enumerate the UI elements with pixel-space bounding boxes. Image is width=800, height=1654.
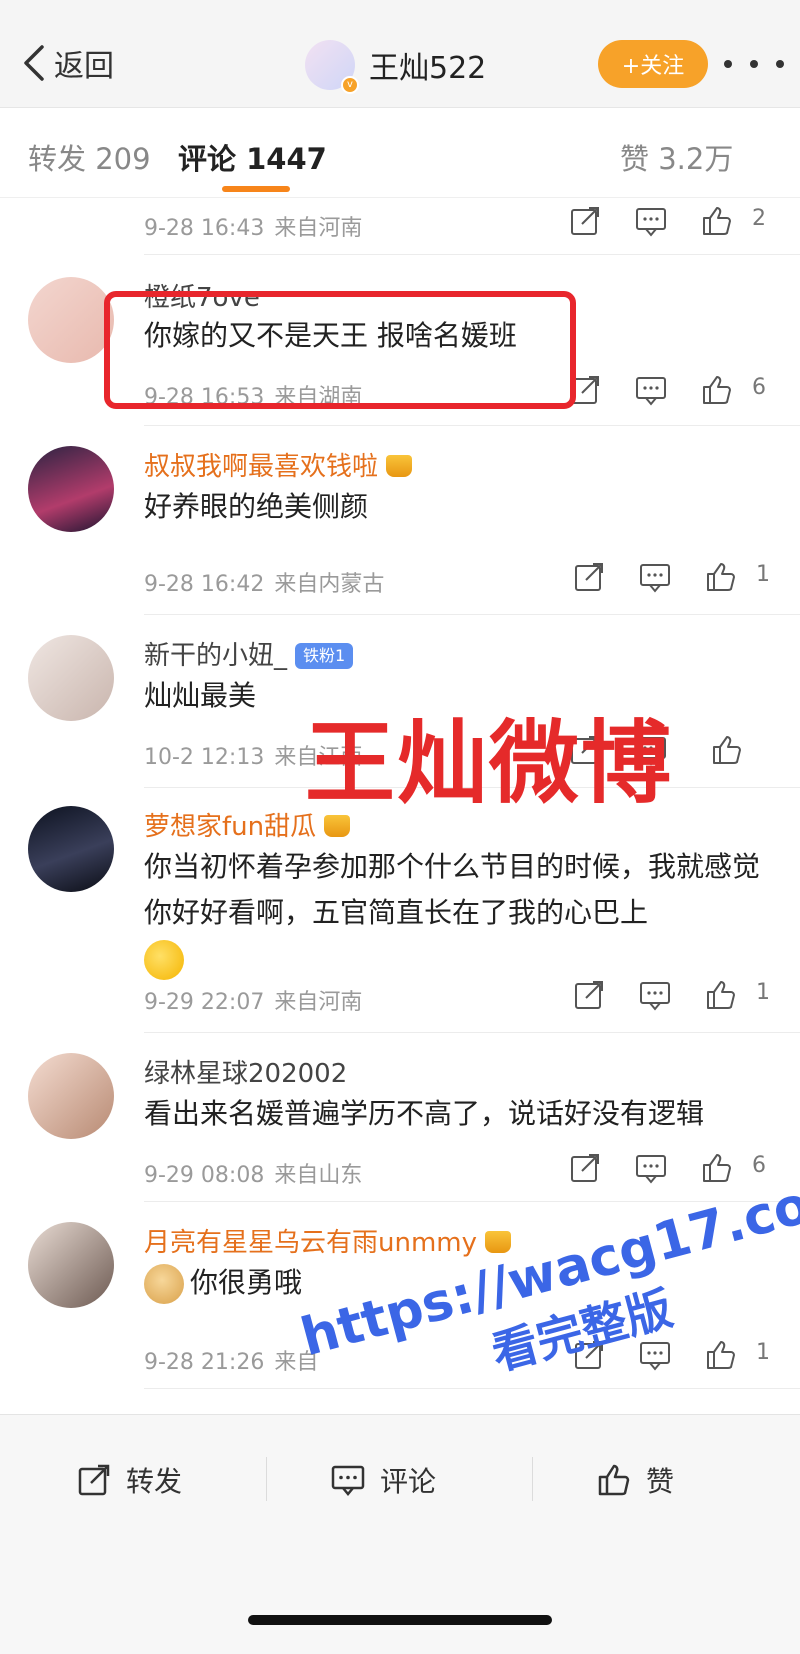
like-icon[interactable] (710, 733, 744, 767)
comment-actions: 1 (572, 560, 792, 600)
comment-text: 你当初怀着孕参加那个什么节目的时候，我就感觉你好好看啊，五官简直长在了我的心巴上 (144, 844, 784, 982)
avatar[interactable] (28, 1053, 114, 1139)
page-title: 王灿522 (369, 51, 487, 86)
repost-label: 转发 (126, 1465, 183, 1498)
like-button[interactable]: 赞 (596, 1455, 674, 1505)
avatar[interactable] (28, 1222, 114, 1308)
divider (266, 1457, 267, 1501)
tab-comments[interactable]: 评论 1447 (178, 136, 327, 178)
comment-meta: 9-29 08:08 来自山东 (144, 1157, 362, 1189)
tab-reposts[interactable]: 转发 209 (28, 136, 151, 178)
comment-text: 看出来名媛普遍学历不高了，说话好没有逻辑 (144, 1097, 705, 1130)
like-count: 2 (752, 206, 766, 231)
comment-time: 9-29 08:08 (144, 1163, 265, 1188)
avatar[interactable] (28, 806, 114, 892)
emoji-icon (144, 940, 184, 980)
comment-icon[interactable] (638, 560, 672, 594)
top-nav-bar: 返回 v 王灿522 +关注 (0, 0, 800, 108)
back-label: 返回 (54, 49, 114, 84)
comment-source: 来自内蒙古 (274, 572, 385, 597)
avatar[interactable] (28, 446, 114, 532)
fan-badge: 铁粉1 (295, 643, 354, 669)
comment-icon[interactable] (634, 204, 668, 238)
comment-actions: 2 (568, 204, 788, 244)
share-icon[interactable] (572, 560, 606, 594)
comment-source: 来自河南 (274, 216, 363, 241)
comment-source: 来自河南 (274, 990, 363, 1015)
more-icon[interactable] (724, 52, 784, 76)
share-icon[interactable] (572, 978, 606, 1012)
doge-emoji-icon (144, 1264, 184, 1304)
comment-meta: 9-29 22:07 来自河南 (144, 984, 362, 1016)
red-watermark: 王灿微博 (305, 711, 673, 816)
comment-time: 9-28 21:26 (144, 1350, 265, 1375)
comment-label: 评论 (380, 1465, 437, 1498)
like-icon[interactable] (704, 978, 738, 1012)
comment-text: 好养眼的绝美侧颜 (144, 490, 369, 523)
share-icon[interactable] (568, 204, 602, 238)
verified-icon: v (341, 76, 359, 94)
like-label: 赞 (646, 1465, 675, 1498)
tab-indicator (222, 186, 290, 192)
comment-icon[interactable] (638, 978, 672, 1012)
like-count: 1 (756, 1340, 770, 1365)
avatar[interactable] (28, 277, 114, 363)
like-icon[interactable] (700, 204, 734, 238)
comment-time: 9-28 16:42 (144, 572, 265, 597)
repost-button[interactable]: 转发 (76, 1455, 182, 1505)
like-count: 6 (752, 375, 766, 400)
home-indicator (248, 1615, 552, 1625)
comment-time: 10-2 12:13 (144, 745, 265, 770)
username-text: 叔叔我啊最喜欢钱啦 (144, 452, 379, 482)
avatar[interactable] (28, 635, 114, 721)
comment-item[interactable]: 叔叔我啊最喜欢钱啦 好养眼的绝美侧颜 9-28 16:42 来自内蒙古 1 (0, 426, 800, 614)
comment-icon (331, 1465, 365, 1496)
comment-text-body: 你当初怀着孕参加那个什么节目的时候，我就感觉你好好看啊，五官简直长在了我的心巴上 (144, 850, 761, 929)
tab-bar: 转发 209 评论 1447 赞 3.2万 (0, 108, 800, 198)
share-icon (78, 1464, 110, 1496)
comment-meta: 9-28 16:42 来自内蒙古 (144, 566, 384, 598)
crown-icon (386, 455, 413, 477)
comment-meta: 9-28 21:26 来自 (144, 1344, 318, 1376)
chevron-left-icon (24, 45, 44, 81)
comment-time: 9-29 22:07 (144, 990, 265, 1015)
comment-meta: 9-28 16:43 来自河南 (144, 210, 362, 242)
comment-username[interactable]: 叔叔我啊最喜欢钱啦 (144, 446, 413, 483)
comment-button[interactable]: 评论 (330, 1455, 436, 1505)
back-button[interactable]: 返回 (22, 38, 114, 88)
comment-username[interactable]: 新干的小妞_ 铁粉1 (144, 635, 354, 672)
profile-header[interactable]: v 王灿522 (305, 38, 487, 94)
divider (532, 1457, 533, 1501)
comment-icon[interactable] (634, 373, 668, 407)
tab-likes[interactable]: 赞 3.2万 (620, 136, 733, 178)
like-count: 1 (756, 562, 770, 587)
like-icon (598, 1464, 630, 1496)
highlight-box (104, 291, 576, 409)
comment-actions: 1 (572, 978, 792, 1018)
comment-source: 来自山东 (274, 1163, 363, 1188)
like-icon[interactable] (704, 1338, 738, 1372)
comment-item[interactable]: 萝想家fun甜瓜 你当初怀着孕参加那个什么节目的时候，我就感觉你好好看啊，五官简… (0, 788, 800, 1032)
like-icon[interactable] (700, 373, 734, 407)
divider (144, 1388, 800, 1389)
username-text: 新干的小妞_ (144, 641, 288, 671)
avatar[interactable]: v (305, 40, 359, 94)
bottom-action-bar: 转发 评论 赞 (0, 1414, 800, 1654)
like-icon[interactable] (704, 560, 738, 594)
username-text: 萝想家fun甜瓜 (144, 812, 317, 842)
comment-username[interactable]: 绿林星球202002 (144, 1053, 347, 1090)
like-count: 1 (756, 980, 770, 1005)
comment-item: 9-28 16:43 来自河南 2 (0, 198, 800, 254)
comment-time: 9-28 16:43 (144, 216, 265, 241)
comment-actions: 6 (568, 373, 788, 413)
follow-button[interactable]: +关注 (598, 40, 708, 88)
